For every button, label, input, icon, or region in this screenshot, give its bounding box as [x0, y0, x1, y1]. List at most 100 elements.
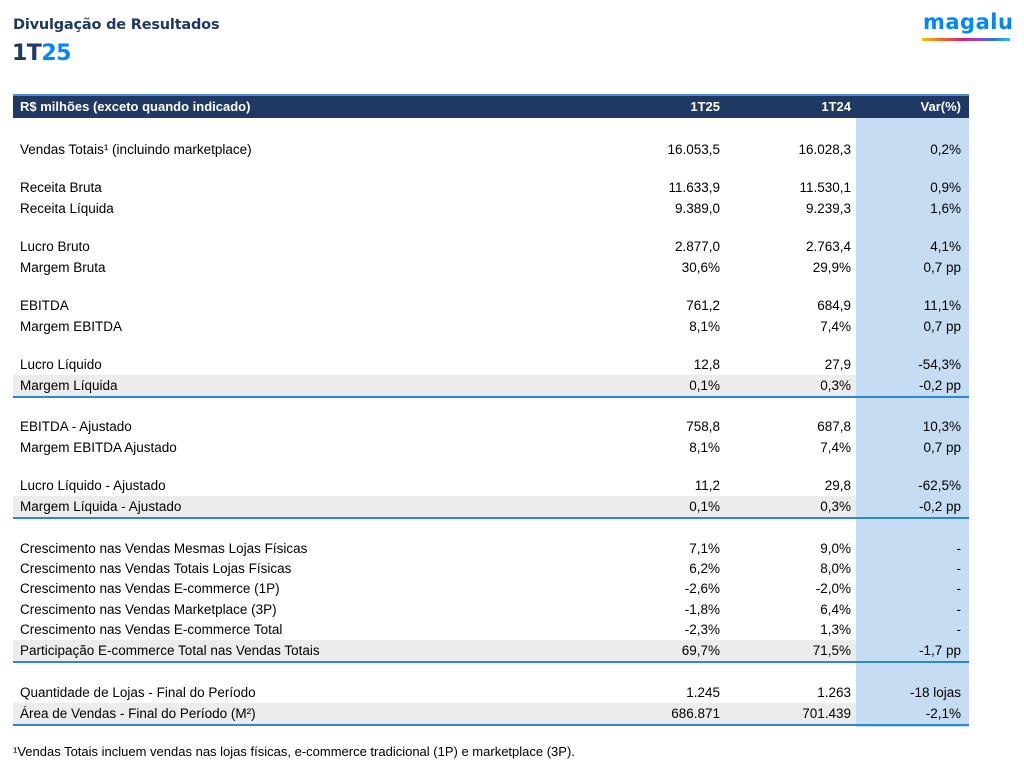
table-row: Participação E-commerce Total nas Vendas…	[13, 640, 969, 663]
row-label: Quantidade de Lojas - Final do Período	[20, 685, 256, 700]
value-var: -1,7 pp	[918, 643, 961, 658]
value-1t24: 6,4%	[820, 602, 851, 617]
table-row: Vendas Totais¹ (incluindo marketplace) 16…	[13, 139, 969, 160]
value-var: 10,3%	[922, 419, 961, 434]
value-1t24: 11.530,1	[799, 180, 851, 195]
value-1t24: 9.239,3	[805, 201, 851, 216]
value-var: 0,7 pp	[923, 440, 961, 455]
header-1t24: 1T24	[821, 99, 851, 114]
value-1t24: 2.763,4	[805, 239, 851, 254]
value-1t24: 1.263	[817, 685, 851, 700]
value-1t25: 11.633,9	[668, 180, 720, 195]
value-var: 0,7 pp	[923, 260, 961, 275]
value-var: -54,3%	[918, 357, 961, 372]
table-row: Crescimento nas Vendas Marketplace (3P) -…	[13, 599, 969, 620]
row-label: Margem Bruta	[20, 260, 106, 275]
row-label: Margem EBITDA Ajustado	[20, 440, 177, 455]
table-header: R$ milhões (exceto quando indicado) 1T25…	[13, 94, 969, 118]
table-row: Crescimento nas Vendas E-commerce Total -…	[13, 619, 969, 640]
value-1t24: 701.439	[802, 706, 851, 721]
value-1t24: 8,0%	[820, 561, 851, 576]
value-1t25: 69,7%	[681, 643, 720, 658]
value-1t24: 1,3%	[820, 622, 851, 637]
table-row: Margem Líquida 0,1% 0,3% -0,2 pp	[13, 375, 969, 398]
value-var: -0,2 pp	[918, 378, 961, 393]
header-1t25: 1T25	[690, 99, 720, 114]
value-1t24: 9,0%	[820, 541, 851, 556]
row-label: Crescimento nas Vendas Totais Lojas Físi…	[20, 561, 292, 576]
logo-gradient-bar	[922, 38, 1010, 41]
row-label: Margem EBITDA	[20, 319, 123, 334]
value-1t25: 0,1%	[689, 499, 720, 514]
row-label: EBITDA	[20, 298, 69, 313]
value-1t24: 16.028,3	[798, 142, 851, 157]
magalu-logo: magalu	[920, 10, 1014, 44]
period-prefix: 1T	[12, 41, 42, 66]
footnote: ¹Vendas Totais incluem vendas nas lojas …	[13, 744, 575, 759]
table-row: Margem EBITDA Ajustado 8,1% 7,4% 0,7 pp	[13, 437, 969, 458]
value-1t25: -2,3%	[684, 622, 720, 637]
value-var: 4,1%	[930, 239, 961, 254]
value-1t24: 7,4%	[820, 319, 851, 334]
table-row: EBITDA - Ajustado 758,8 687,8 10,3%	[13, 416, 969, 437]
table-row: Crescimento nas Vendas Totais Lojas Físi…	[13, 558, 969, 579]
row-label: Margem Líquida - Ajustado	[20, 499, 182, 514]
value-var: 0,9%	[930, 180, 961, 195]
row-label: Lucro Líquido - Ajustado	[20, 478, 166, 493]
row-label: Vendas Totais¹ (incluindo marketplace)	[20, 142, 252, 157]
value-1t25: 0,1%	[689, 378, 720, 393]
value-1t25: 30,6%	[681, 260, 720, 275]
row-label: Receita Líquida	[20, 201, 114, 216]
row-label: Lucro Bruto	[20, 239, 90, 254]
value-1t25: 8,1%	[689, 440, 720, 455]
row-label: Crescimento nas Vendas Marketplace (3P)	[20, 602, 277, 617]
value-1t25: 686.871	[671, 706, 720, 721]
row-label: Lucro Líquido	[20, 357, 102, 372]
value-1t25: 761,2	[686, 298, 720, 313]
period-title: 1T25	[12, 41, 71, 66]
header-var: Var(%)	[920, 99, 961, 114]
value-1t25: 11,2	[694, 478, 720, 493]
value-1t24: 71,5%	[812, 643, 851, 658]
value-var: -	[956, 622, 962, 637]
value-1t25: -1,8%	[684, 602, 720, 617]
table-row: Receita Líquida 9.389,0 9.239,3 1,6%	[13, 198, 969, 219]
report-title: Divulgação de Resultados	[13, 17, 220, 33]
value-1t24: 29,9%	[812, 260, 851, 275]
row-label: EBITDA - Ajustado	[20, 419, 132, 434]
value-1t24: 687,8	[817, 419, 851, 434]
logo-text: magalu	[923, 10, 1014, 34]
value-var: 1,6%	[930, 201, 961, 216]
value-var: -	[956, 581, 962, 596]
table-row: Área de Vendas - Final do Período (M²) 68…	[13, 703, 969, 726]
value-1t25: 1.245	[686, 685, 720, 700]
table-row: Lucro Líquido 12,8 27,9 -54,3%	[13, 354, 969, 375]
value-var: -	[956, 561, 962, 576]
value-var: -62,5%	[918, 478, 961, 493]
table-row: Crescimento nas Vendas E-commerce (1P) -2…	[13, 578, 969, 599]
row-label: Margem Líquida	[20, 378, 118, 393]
value-var: -2,1%	[925, 706, 961, 721]
value-1t25: 12,8	[693, 357, 720, 372]
row-shade	[13, 375, 856, 396]
value-1t24: 0,3%	[820, 378, 851, 393]
row-label: Receita Bruta	[20, 180, 102, 195]
value-var: 0,7 pp	[923, 319, 961, 334]
value-var: 11,1%	[923, 298, 961, 313]
row-label: Área de Vendas - Final do Período (M²)	[20, 706, 256, 721]
value-var: -18 lojas	[909, 685, 961, 700]
value-1t24: 29,8	[824, 478, 851, 493]
period-suffix: 25	[41, 41, 71, 66]
value-1t25: 7,1%	[689, 541, 720, 556]
table-row: Crescimento nas Vendas Mesmas Lojas Físi…	[13, 538, 969, 559]
row-label: Crescimento nas Vendas E-commerce Total	[20, 622, 283, 637]
table-row: Margem Líquida - Ajustado 0,1% 0,3% -0,2 pp	[13, 496, 969, 519]
value-1t25: 758,8	[686, 419, 720, 434]
value-1t25: 9.389,0	[674, 201, 720, 216]
table-row: Quantidade de Lojas - Final do Período 1.…	[13, 682, 969, 703]
value-var: 0,2%	[930, 142, 961, 157]
row-label: Participação E-commerce Total nas Vendas…	[20, 643, 320, 658]
value-var: -0,2 pp	[918, 499, 961, 514]
value-1t25: 6,2%	[689, 561, 720, 576]
table-row: EBITDA 761,2 684,9 11,1%	[13, 295, 969, 316]
